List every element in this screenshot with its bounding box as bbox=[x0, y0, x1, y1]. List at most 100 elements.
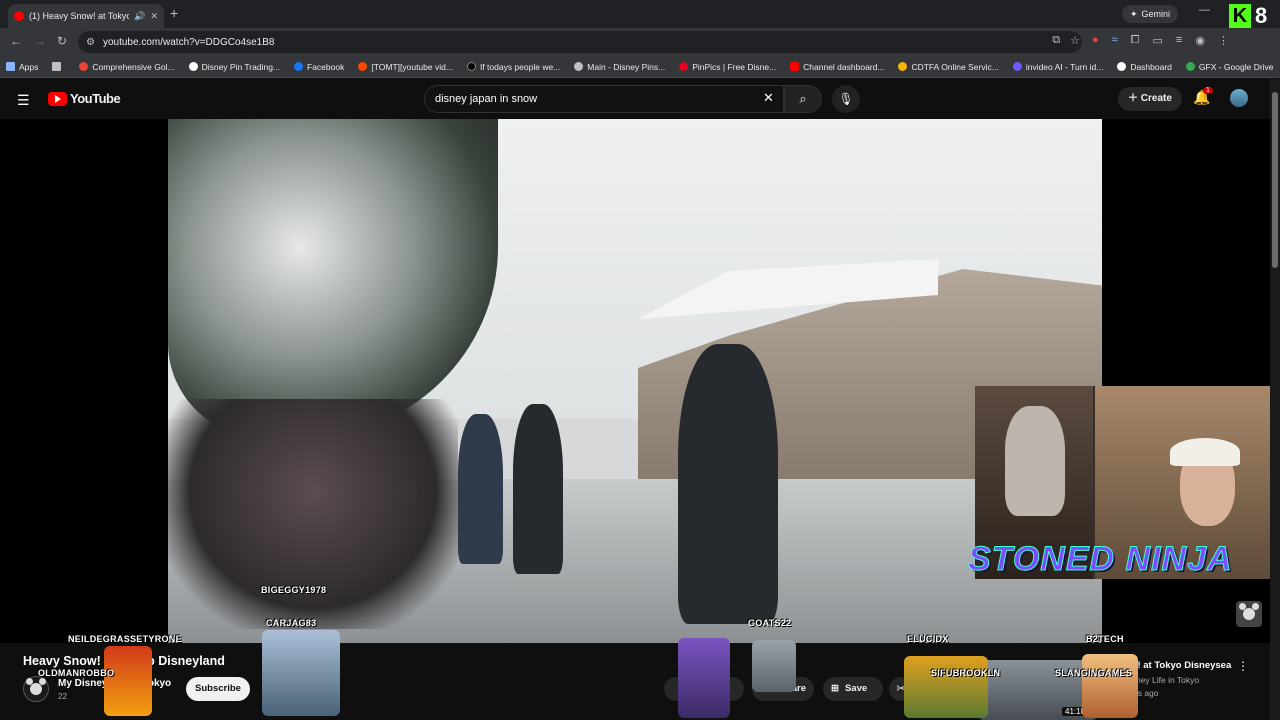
chat-username: SIFUBROOKLN bbox=[931, 668, 1001, 678]
search-button[interactable]: ⌕ bbox=[784, 85, 822, 113]
kick-number: 8 bbox=[1255, 3, 1268, 28]
bookmark-favicon-icon bbox=[79, 62, 89, 71]
bookmark-item[interactable]: Facebook bbox=[294, 62, 344, 72]
menu-icon[interactable]: ☰ bbox=[17, 92, 30, 109]
chat-sprite bbox=[904, 656, 988, 718]
extension-red-icon[interactable]: ● bbox=[1092, 34, 1099, 47]
mickey-icon bbox=[1239, 603, 1259, 620]
minimize-icon[interactable]: — bbox=[1199, 4, 1210, 16]
chat-username: CARJAG83 bbox=[266, 618, 317, 628]
grid-icon bbox=[52, 62, 62, 71]
create-label: Create bbox=[1140, 93, 1172, 104]
bookmarks-bar: Apps Comprehensive Gol... Disney Pin Tra… bbox=[0, 56, 1280, 78]
more-icon[interactable]: ⋮ bbox=[1237, 659, 1249, 673]
bookmark-favicon-icon bbox=[898, 62, 908, 71]
new-tab-button[interactable]: + bbox=[170, 5, 178, 21]
reload-icon[interactable]: ↻ bbox=[57, 34, 67, 48]
address-bar-row: ← → ↻ ⚙ youtube.com/watch?v=DDGCo4se1B8 … bbox=[0, 28, 1280, 56]
subscribe-button[interactable]: Subscribe bbox=[186, 677, 250, 701]
chat-sprite bbox=[262, 630, 340, 716]
chat-sprite bbox=[104, 646, 152, 716]
dashboard-icon bbox=[1117, 62, 1127, 71]
install-icon[interactable]: ⧉ bbox=[1052, 34, 1060, 47]
chat-username: SLANGINGAMES bbox=[1055, 668, 1133, 678]
back-icon[interactable]: ← bbox=[10, 34, 22, 48]
channel-avatar[interactable] bbox=[23, 676, 49, 702]
channel-watermark[interactable] bbox=[1236, 601, 1262, 627]
plus-icon: ＋ bbox=[1128, 93, 1138, 104]
browser-tab-strip: (1) Heavy Snow! at Tokyo D 🔊 ✕ + ✦ Gemin… bbox=[0, 0, 1280, 28]
bookmark-item[interactable]: PinPics | Free Disne... bbox=[679, 62, 776, 72]
streamer-left bbox=[1005, 406, 1065, 516]
chat-sprite bbox=[678, 638, 730, 718]
save-button[interactable]: ⊞ Save bbox=[823, 677, 883, 701]
profile-icon[interactable]: ◉ bbox=[1195, 34, 1205, 47]
scrollbar-thumb[interactable] bbox=[1272, 92, 1278, 268]
youtube-favicon-icon bbox=[14, 11, 24, 21]
chat-username: BIGEGGY1978 bbox=[261, 585, 327, 595]
chat-sprite bbox=[1082, 654, 1138, 718]
invideo-icon bbox=[1012, 62, 1022, 71]
forward-icon[interactable]: → bbox=[34, 34, 46, 48]
stream-brand-text: STONED NINJA bbox=[968, 540, 1233, 579]
gemini-button[interactable]: ✦ Gemini bbox=[1122, 5, 1179, 23]
site-info-icon[interactable]: ⚙ bbox=[86, 37, 95, 48]
chat-sprite bbox=[752, 640, 796, 692]
youtube-icon bbox=[48, 91, 67, 106]
bookmark-item[interactable]: If todays people we... bbox=[466, 62, 560, 72]
bookmark-item[interactable]: GFX - Google Drive bbox=[1185, 62, 1274, 72]
bookmark-item[interactable] bbox=[52, 62, 65, 71]
omnibox-actions: ⧉ ☆ bbox=[1052, 34, 1080, 47]
bookmark-item[interactable]: Apps bbox=[6, 62, 38, 72]
facebook-icon bbox=[294, 62, 304, 71]
bookmark-item[interactable]: invideo AI - Turn id... bbox=[1012, 62, 1103, 72]
mute-icon[interactable]: 🔊 bbox=[134, 11, 145, 22]
notification-badge: 1 bbox=[1203, 87, 1213, 94]
search-input[interactable]: disney japan in snow bbox=[424, 85, 784, 113]
tab-title: (1) Heavy Snow! at Tokyo D bbox=[29, 11, 130, 21]
create-button[interactable]: ＋ Create bbox=[1118, 87, 1182, 111]
bookmark-item[interactable]: Dashboard bbox=[1117, 62, 1172, 72]
bookmark-item[interactable]: Main - Disney Pins... bbox=[574, 62, 665, 72]
chat-username: OLDMANROBBO bbox=[38, 668, 115, 678]
bookmark-item[interactable]: Channel dashboard... bbox=[790, 62, 884, 72]
bookmark-item[interactable]: [TOMT][youtube vid... bbox=[358, 62, 453, 72]
url-text: youtube.com/watch?v=DDGCo4se1B8 bbox=[102, 36, 275, 48]
video-scene-person bbox=[678, 344, 778, 624]
clear-search-icon[interactable]: ✕ bbox=[763, 90, 774, 106]
save-icon: ⊞ bbox=[831, 683, 839, 694]
pinterest-icon bbox=[679, 62, 689, 71]
tiktok-icon bbox=[466, 62, 476, 71]
bookmark-item[interactable]: Comprehensive Gol... bbox=[79, 62, 175, 72]
kick-logo: K bbox=[1229, 4, 1251, 28]
star-icon[interactable]: ☆ bbox=[1070, 34, 1080, 47]
video-player[interactable] bbox=[168, 119, 1102, 643]
bookmark-item[interactable]: Disney Pin Trading... bbox=[188, 62, 280, 72]
mickey-icon bbox=[26, 678, 46, 695]
account-avatar[interactable] bbox=[1230, 89, 1248, 107]
reading-list-icon[interactable]: ≡ bbox=[1176, 34, 1182, 47]
chat-username: NEILDEGRASSETYRONE bbox=[68, 634, 182, 644]
sparkle-icon: ✦ bbox=[1130, 8, 1138, 19]
search-icon: ⌕ bbox=[799, 91, 807, 106]
browser-menu-icon[interactable]: ⋮ bbox=[1218, 34, 1229, 47]
mic-icon: 🎙 bbox=[838, 92, 854, 106]
bookmark-favicon-icon bbox=[188, 62, 198, 71]
google-drive-icon bbox=[1185, 62, 1195, 71]
url-field[interactable]: ⚙ youtube.com/watch?v=DDGCo4se1B8 bbox=[78, 31, 1082, 53]
bookmark-item[interactable]: CDTFA Online Servic... bbox=[898, 62, 999, 72]
youtube-icon bbox=[790, 62, 800, 71]
subscriber-count: 22 bbox=[58, 692, 67, 701]
voice-search-button[interactable]: 🎙 bbox=[832, 85, 860, 113]
youtube-logo[interactable]: YouTube bbox=[48, 91, 121, 106]
chat-username: GOATS22 bbox=[748, 618, 792, 628]
reddit-icon bbox=[358, 62, 368, 71]
browser-tab[interactable]: (1) Heavy Snow! at Tokyo D 🔊 ✕ bbox=[8, 4, 164, 28]
extension-translate-icon[interactable]: ≈ bbox=[1112, 34, 1118, 47]
disneyland-cap bbox=[1170, 438, 1240, 466]
sidepanel-icon[interactable]: ▭ bbox=[1153, 34, 1163, 47]
extensions-puzzle-icon[interactable]: ⧠ bbox=[1131, 34, 1140, 47]
youtube-wordmark: YouTube bbox=[70, 91, 121, 106]
kick-badge: K 8 bbox=[1229, 3, 1267, 29]
close-tab-icon[interactable]: ✕ bbox=[150, 11, 158, 22]
